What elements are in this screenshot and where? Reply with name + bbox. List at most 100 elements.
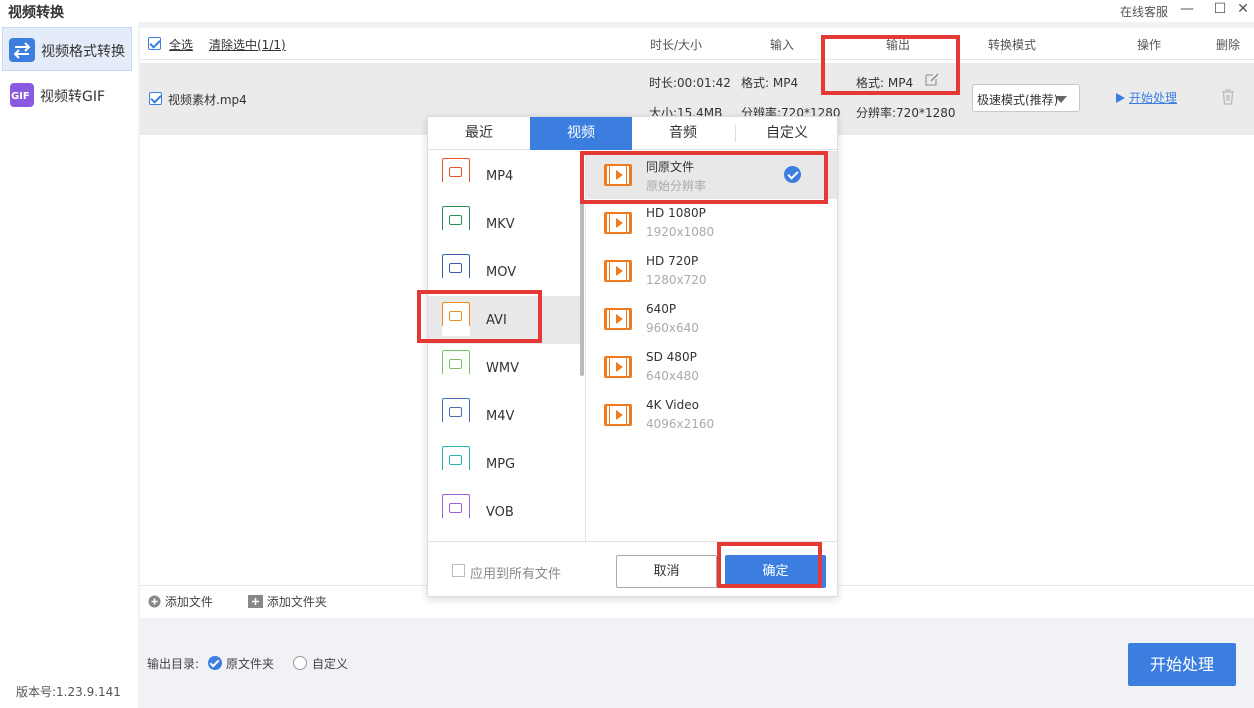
apply-to-all-option[interactable]: 应用到所有文件 (452, 563, 561, 582)
resolution-item[interactable]: HD 720P 1280x720 (586, 247, 837, 295)
plus-circle-icon (148, 595, 161, 608)
output-format: 格式: MP4 (856, 76, 914, 90)
format-picker-popup: 最近 视频 音频 自定义 MP4 MP4 MKV MKV MOV MOV AVI AVI WMV… (427, 116, 838, 597)
format-label: VOB (486, 505, 514, 520)
popup-footer: 应用到所有文件 取消 确定 (428, 541, 837, 597)
film-icon (604, 164, 632, 186)
resolution-item[interactable]: 4K Video 4096x2160 (586, 391, 837, 439)
select-all-checkbox[interactable] (148, 37, 161, 50)
online-support-link[interactable]: 在线客服 (1120, 3, 1168, 20)
video-file-icon: MKV (442, 206, 470, 240)
output-original-label[interactable]: 原文件夹 (226, 655, 274, 672)
edit-icon[interactable] (925, 72, 939, 90)
tab-custom[interactable]: 自定义 (736, 117, 838, 150)
format-item-mpg[interactable]: MPG MPG (428, 440, 581, 488)
video-file-icon: VOB (442, 494, 470, 528)
video-file-icon: M4V (442, 398, 470, 432)
resolution-name: HD 720P (646, 254, 699, 268)
video-file-icon: AVI (442, 302, 470, 336)
output-resolution: 分辨率:720*1280 (856, 106, 956, 120)
add-folder-label: 添加文件夹 (266, 595, 327, 609)
resolution-list: 同原文件原始分辨率 HD 1080P 1920x1080 HD 720P 1280x72… (586, 151, 837, 541)
resolution-size: 960x640 (646, 321, 699, 335)
maximize-button[interactable]: ☐ (1209, 0, 1231, 20)
row-start-process-link[interactable]: 开始处理 (1129, 89, 1177, 106)
minimize-button[interactable]: — (1176, 0, 1198, 20)
format-item-mov[interactable]: MOV MOV (428, 248, 581, 296)
folder-plus-icon (248, 595, 263, 608)
resolution-name: HD 1080P (646, 206, 706, 220)
format-item-vob[interactable]: VOB VOB (428, 488, 581, 536)
format-label: MOV (486, 265, 517, 280)
trash-icon[interactable] (1221, 89, 1235, 109)
start-process-button[interactable]: 开始处理 (1128, 643, 1236, 686)
sidebar-item-video-format-convert[interactable]: 视频格式转换 (2, 27, 132, 71)
gif-icon: GIF (10, 83, 34, 107)
format-label: MKV (486, 217, 515, 232)
clear-selected-link[interactable]: 清除选中(1/1) (209, 36, 286, 53)
resolution-size: 原始分辨率 (646, 179, 707, 193)
resolution-item[interactable]: 同原文件 原始分辨率 (586, 151, 837, 199)
output-custom-label[interactable]: 自定义 (312, 655, 348, 672)
resolution-size: 1280x720 (646, 273, 707, 287)
app-title: 视频转换 (8, 5, 64, 21)
confirm-button[interactable]: 确定 (725, 555, 826, 588)
format-item-mkv[interactable]: MKV MKV (428, 200, 581, 248)
add-file-button[interactable]: 添加文件 (148, 593, 213, 610)
sidebar-item-video-to-gif[interactable]: GIF 视频转GIF (2, 73, 132, 117)
conversion-mode-select[interactable]: 极速模式(推荐) (972, 84, 1080, 112)
format-tabs: 最近 视频 音频 自定义 (428, 117, 837, 150)
input-format: 格式: MP4 (741, 76, 799, 90)
film-icon (604, 212, 632, 234)
row-checkbox[interactable] (149, 92, 162, 105)
column-delete: 删除 (1216, 38, 1241, 52)
resolution-name: 同原文件 (646, 160, 695, 174)
format-item-avi[interactable]: AVI AVI (428, 296, 581, 344)
selected-check-icon (784, 166, 801, 183)
cancel-button[interactable]: 取消 (616, 555, 717, 588)
apply-to-all-checkbox[interactable] (452, 564, 465, 577)
version-label: 版本号:1.23.9.141 (16, 685, 121, 699)
resolution-item[interactable]: 640P 960x640 (586, 295, 837, 343)
format-label: M4V (486, 409, 515, 424)
column-mode: 转换模式 (988, 38, 1037, 52)
resolution-name: 4K Video (646, 398, 699, 412)
column-action: 操作 (1137, 38, 1162, 52)
output-original-radio[interactable] (208, 656, 222, 670)
apply-to-all-label: 应用到所有文件 (470, 567, 562, 582)
add-file-label: 添加文件 (164, 595, 213, 609)
format-label: AVI (486, 313, 507, 328)
film-icon (604, 356, 632, 378)
format-item-wmv[interactable]: WMV WMV (428, 344, 581, 392)
play-icon (1116, 92, 1125, 107)
sidebar-item-label: 视频格式转换 (41, 44, 125, 60)
resolution-item[interactable]: HD 1080P 1920x1080 (586, 199, 837, 247)
output-custom-radio[interactable] (293, 656, 307, 670)
output-dir-label: 输出目录: (147, 657, 200, 671)
format-list-scrollbar[interactable] (580, 151, 584, 376)
resolution-item[interactable]: SD 480P 640x480 (586, 343, 837, 391)
resolution-size: 640x480 (646, 369, 699, 383)
format-item-m4v[interactable]: M4V M4V (428, 392, 581, 440)
tab-recent[interactable]: 最近 (428, 117, 530, 150)
chevron-down-icon (1055, 96, 1067, 103)
add-folder-button[interactable]: 添加文件夹 (248, 593, 327, 610)
swap-arrows-icon (9, 38, 35, 62)
close-button[interactable]: ✕ (1232, 0, 1254, 20)
format-item-mp4[interactable]: MP4 MP4 (428, 152, 581, 200)
format-label: WMV (486, 361, 519, 376)
resolution-size: 4096x2160 (646, 417, 715, 431)
film-icon (604, 260, 632, 282)
column-duration-size: 时长/大小 (650, 38, 703, 52)
resolution-size: 1920x1080 (646, 225, 715, 239)
tab-audio[interactable]: 音频 (632, 117, 734, 150)
video-file-icon: WMV (442, 350, 470, 384)
column-output: 输出 (886, 38, 911, 52)
film-icon (604, 404, 632, 426)
conversion-mode-value: 极速模式(推荐) (977, 93, 1059, 107)
tab-video[interactable]: 视频 (530, 117, 632, 150)
format-label: MPG (486, 457, 516, 472)
film-icon (604, 308, 632, 330)
video-file-icon: MPG (442, 446, 470, 480)
select-all-link[interactable]: 全选 (169, 36, 193, 53)
